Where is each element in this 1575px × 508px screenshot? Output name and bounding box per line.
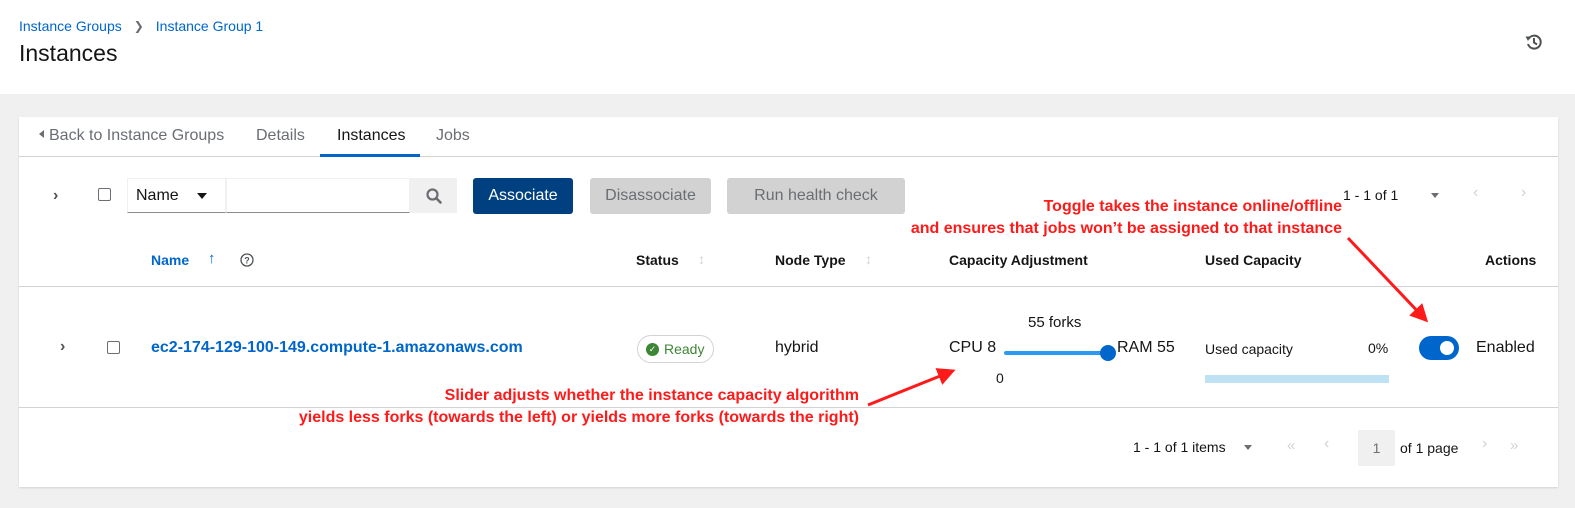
tab-back-to-instance-groups[interactable]: Back to Instance Groups [39, 127, 224, 145]
column-header-node-type[interactable]: Node Type [775, 252, 846, 268]
pagination-items-label: 1 - 1 of 1 items [1133, 439, 1226, 455]
help-icon[interactable]: ? [240, 253, 254, 267]
toggle-knob [1440, 341, 1454, 355]
tab-details[interactable]: Details [256, 127, 305, 145]
history-icon[interactable] [1524, 32, 1544, 52]
enabled-toggle[interactable] [1419, 336, 1459, 360]
slider-annotation: Slider adjusts whether the instance capa… [299, 385, 859, 429]
slider-ram-label: RAM 55 [1117, 339, 1175, 356]
row-select-checkbox[interactable] [107, 341, 120, 354]
toggle-label: Enabled [1476, 339, 1535, 356]
breadcrumb: Instance Groups ❯ Instance Group 1 [19, 18, 263, 34]
instance-name-link[interactable]: ec2-174-129-100-149.compute-1.amazonaws.… [151, 339, 523, 357]
tab-jobs[interactable]: Jobs [436, 127, 470, 145]
table-header: Name ↑ ? Status ↕ Node Type ↕ Capacity A… [19, 237, 1558, 287]
used-capacity-progress-bar [1205, 375, 1389, 383]
tab-bar: Back to Instance Groups Details Instance… [19, 117, 1558, 157]
next-page-icon[interactable]: › [1482, 435, 1487, 453]
column-header-used-capacity: Used Capacity [1205, 252, 1302, 268]
last-page-icon[interactable]: » [1510, 437, 1518, 454]
column-header-status[interactable]: Status [636, 252, 679, 268]
breadcrumb-separator-icon: ❯ [133, 19, 144, 33]
annotation-line: and ensures that jobs won’t be assigned … [910, 220, 1342, 237]
annotation-line: Toggle takes the instance online/offline [1043, 198, 1342, 215]
pagination-bottom-toggle[interactable]: 1 - 1 of 1 items [1133, 439, 1252, 455]
sort-icon[interactable]: ↕ [865, 251, 872, 267]
instances-card: Back to Instance Groups Details Instance… [19, 117, 1558, 487]
svg-text:?: ? [244, 256, 250, 266]
of-pages-label: of 1 page [1400, 440, 1459, 456]
first-page-icon[interactable]: « [1287, 437, 1295, 454]
status-badge: ✓ Ready [637, 335, 715, 363]
previous-page-icon[interactable]: ‹ [1473, 184, 1478, 202]
associate-button[interactable]: Associate [473, 178, 573, 214]
tab-label: Back to Instance Groups [49, 127, 225, 144]
row-expand-toggle[interactable]: › [60, 338, 65, 356]
capacity-slider-thumb[interactable] [1100, 345, 1116, 361]
pagination-top-label: 1 - 1 of 1 [1343, 187, 1399, 203]
run-health-check-button[interactable]: Run health check [727, 178, 905, 214]
tab-instances[interactable]: Instances [337, 127, 405, 145]
used-capacity-label: Used capacity [1205, 341, 1293, 357]
column-header-name[interactable]: Name [151, 252, 189, 268]
column-header-actions: Actions [1485, 252, 1537, 268]
breadcrumb-instance-group-1[interactable]: Instance Group 1 [156, 18, 263, 34]
sort-icon[interactable]: ↕ [698, 251, 705, 267]
expand-all-toggle[interactable]: › [53, 187, 58, 205]
next-page-icon[interactable]: › [1521, 184, 1526, 202]
annotation-line: yields less forks (towards the left) or … [298, 409, 859, 426]
filter-type-select[interactable]: Name [127, 178, 226, 213]
toggle-annotation: Toggle takes the instance online/offline… [911, 196, 1342, 240]
page-number-input[interactable]: 1 [1358, 430, 1395, 466]
search-button[interactable] [410, 178, 457, 213]
page-header: Instance Groups ❯ Instance Group 1 Insta… [0, 0, 1575, 94]
node-type-value: hybrid [775, 339, 819, 356]
previous-page-icon[interactable]: ‹ [1324, 435, 1329, 453]
status-label: Ready [664, 341, 705, 357]
sort-ascending-icon[interactable]: ↑ [208, 250, 216, 267]
slider-cpu-label: CPU 8 [949, 339, 997, 356]
used-capacity-percent: 0% [1368, 340, 1389, 356]
active-tab-indicator [320, 154, 420, 157]
search-icon [425, 187, 442, 204]
check-circle-icon: ✓ [646, 342, 659, 356]
search-input[interactable] [226, 178, 410, 213]
caret-down-icon [1244, 445, 1252, 450]
breadcrumb-instance-groups[interactable]: Instance Groups [19, 18, 122, 34]
annotation-line: Slider adjusts whether the instance capa… [444, 387, 859, 404]
page-title: Instances [19, 40, 118, 66]
disassociate-button[interactable]: Disassociate [590, 178, 711, 214]
select-all-checkbox[interactable] [98, 188, 111, 201]
slider-min-label: 0 [996, 370, 1004, 386]
column-header-capacity-adjustment: Capacity Adjustment [949, 252, 1088, 268]
caret-left-icon [39, 130, 44, 138]
capacity-slider-track[interactable] [1004, 351, 1108, 355]
filter-select-value: Name [136, 187, 179, 204]
caret-down-icon [1431, 193, 1439, 198]
pagination-top-toggle[interactable]: 1 - 1 of 1 [1343, 187, 1439, 203]
slider-forks-label: 55 forks [1028, 314, 1082, 331]
caret-down-icon [197, 193, 207, 199]
